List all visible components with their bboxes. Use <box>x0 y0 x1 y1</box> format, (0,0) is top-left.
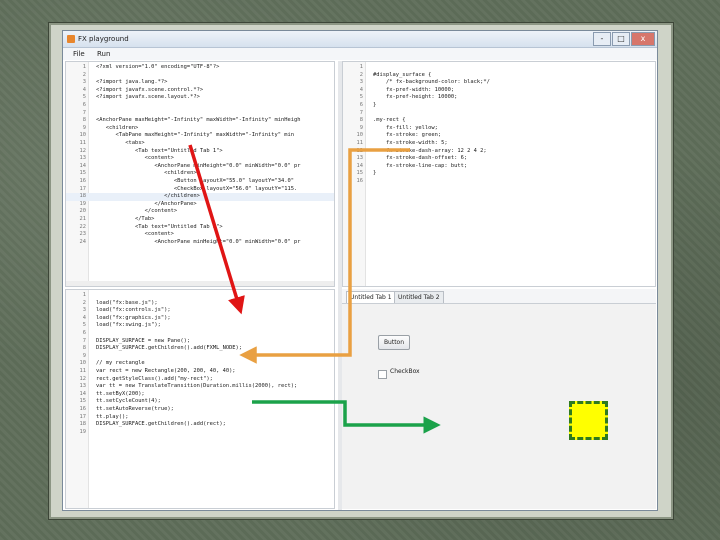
green-arrow <box>252 400 441 434</box>
red-arrow <box>188 144 245 315</box>
orange-arrow <box>239 148 410 364</box>
annotation-arrows <box>188 144 441 434</box>
